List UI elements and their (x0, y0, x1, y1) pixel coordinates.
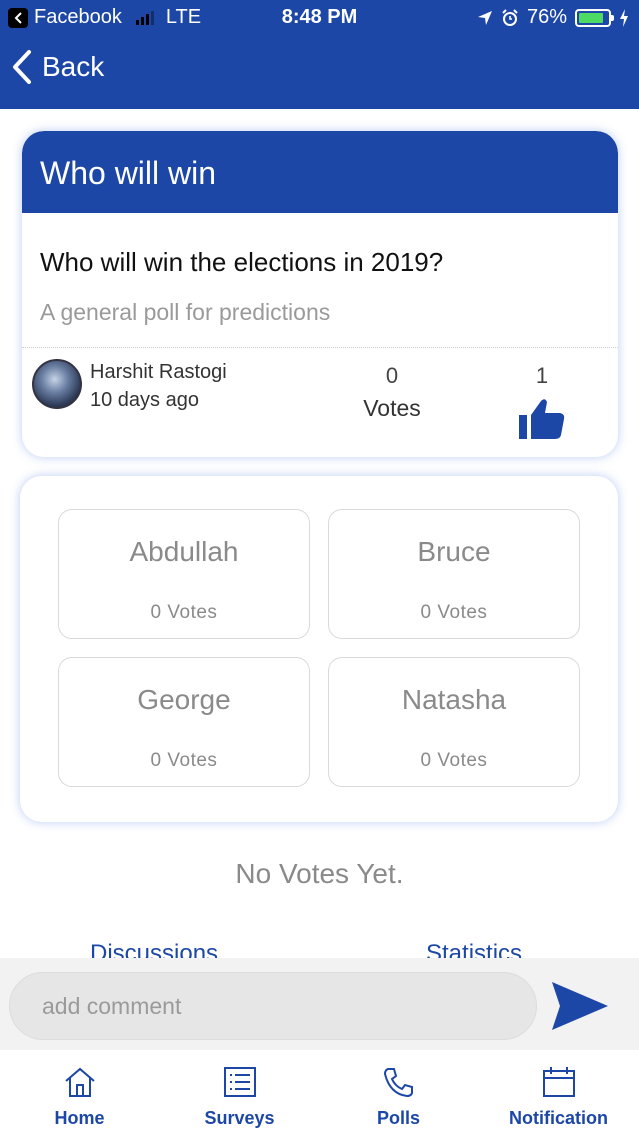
nav-notification-label: Notification (509, 1108, 608, 1128)
status-bar: Facebook LTE 8:48 PM 76% (0, 0, 639, 36)
thumbs-up-icon[interactable] (518, 397, 566, 441)
bottom-nav: Home Surveys Polls Notification (0, 1050, 639, 1136)
tab-discussions[interactable]: Discussions (90, 940, 218, 960)
option-bruce[interactable]: Bruce 0 Votes (328, 509, 580, 639)
author-name[interactable]: Harshit Rastogi (90, 361, 227, 384)
top-bar: Facebook LTE 8:48 PM 76% Back (0, 0, 639, 109)
no-votes-message: No Votes Yet. (235, 858, 404, 889)
avatar[interactable] (32, 359, 82, 409)
nav-surveys[interactable]: Surveys (160, 1050, 319, 1136)
option-name: Natasha (401, 684, 507, 715)
option-votes: 0 Votes (420, 750, 488, 771)
status-right: 76% (477, 6, 629, 29)
battery-icon (575, 8, 614, 27)
list-icon (223, 1067, 256, 1097)
calendar-icon (542, 1067, 575, 1097)
tabs: Discussions Statistics (0, 940, 639, 960)
divider (22, 347, 618, 348)
votes-count: 0 (385, 363, 399, 388)
option-name: Abdullah (129, 536, 239, 567)
alarm-icon (502, 8, 518, 26)
comment-bar (0, 958, 639, 1050)
option-name: George (137, 684, 231, 715)
option-george[interactable]: George 0 Votes (58, 657, 310, 787)
posted-time: 10 days ago (90, 389, 199, 411)
send-icon[interactable] (550, 980, 610, 1032)
chevron-left-icon (13, 50, 31, 84)
option-votes: 0 Votes (150, 602, 218, 623)
tab-statistics[interactable]: Statistics (426, 940, 522, 960)
back-button[interactable]: Back (12, 50, 104, 84)
poll-title: Who will win (22, 131, 618, 213)
poll-card: Who will win Who will win the elections … (22, 131, 618, 457)
charging-icon (620, 8, 628, 27)
home-icon (64, 1067, 95, 1097)
nav-home-label: Home (54, 1108, 105, 1128)
nav-home[interactable]: Home (0, 1050, 159, 1136)
likes-count: 1 (535, 363, 549, 388)
option-natasha[interactable]: Natasha 0 Votes (328, 657, 580, 787)
nav-polls-label: Polls (376, 1108, 420, 1128)
nav-surveys-label: Surveys (204, 1108, 275, 1128)
back-label: Back (42, 51, 105, 82)
location-arrow-icon (477, 10, 492, 25)
option-abdullah[interactable]: Abdullah 0 Votes (58, 509, 310, 639)
options-card: Abdullah 0 Votes Bruce 0 Votes George 0 … (20, 476, 618, 822)
option-votes: 0 Votes (150, 750, 218, 771)
nav-notification[interactable]: Notification (479, 1050, 638, 1136)
votes-label: Votes (363, 395, 421, 421)
poll-description: A general poll for predictions (40, 299, 331, 325)
phone-icon (383, 1068, 413, 1098)
option-votes: 0 Votes (420, 602, 488, 623)
nav-polls[interactable]: Polls (319, 1050, 478, 1136)
battery-percent: 76% (526, 6, 567, 28)
option-name: Bruce (417, 536, 491, 567)
comment-input[interactable] (9, 972, 537, 1040)
poll-question: Who will win the elections in 2019? (40, 247, 444, 277)
